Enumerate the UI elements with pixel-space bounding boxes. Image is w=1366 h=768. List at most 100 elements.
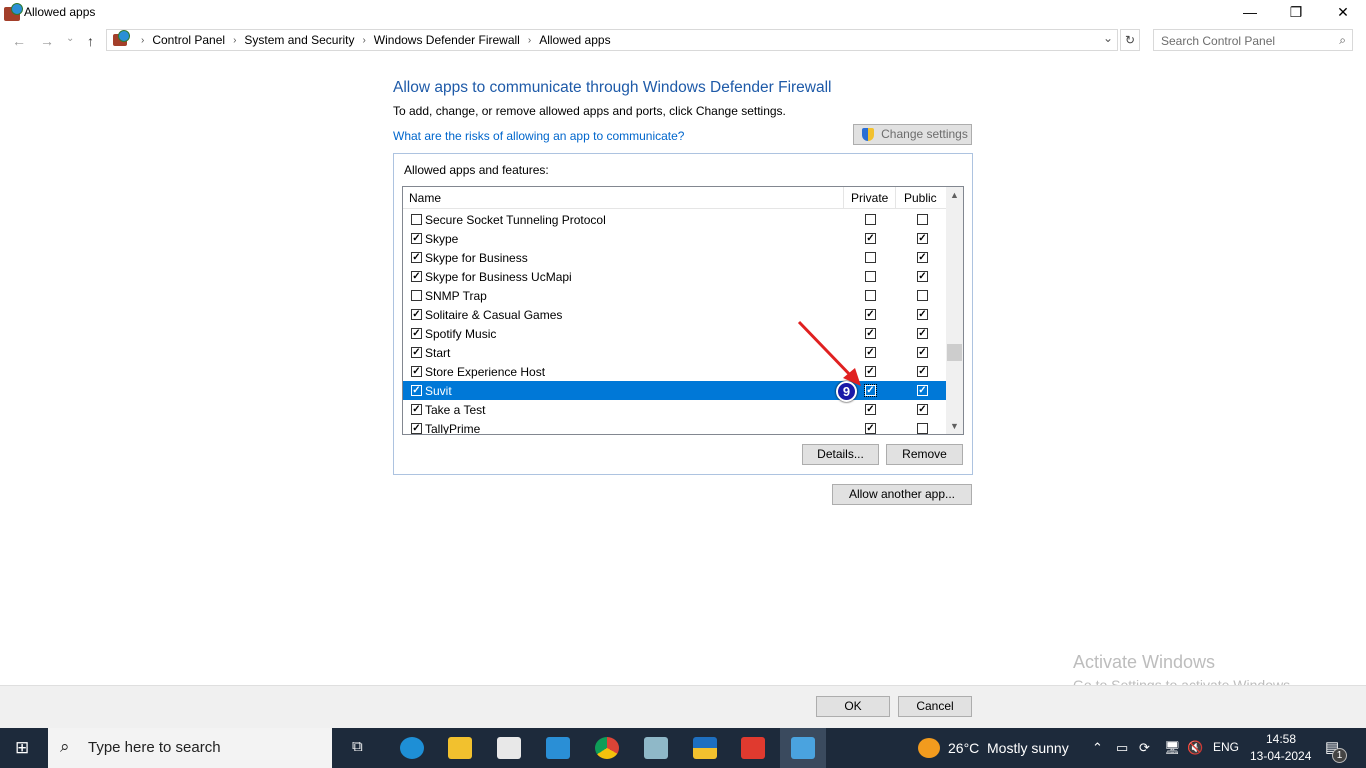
taskbar-search[interactable]: ⌕ Type here to search (48, 728, 332, 768)
app-icon[interactable] (644, 737, 668, 759)
private-checkbox[interactable]: ✓ (865, 404, 876, 415)
ok-button[interactable]: OK (816, 696, 890, 717)
private-checkbox[interactable] (865, 252, 876, 263)
table-row[interactable]: ✓ Suvit ✓ ✓ (403, 381, 947, 400)
enabled-checkbox[interactable] (411, 290, 422, 301)
public-checkbox[interactable]: ✓ (917, 233, 928, 244)
public-checkbox[interactable]: ✓ (917, 252, 928, 263)
enabled-checkbox[interactable]: ✓ (411, 366, 422, 377)
private-checkbox[interactable]: ✓ (864, 384, 877, 397)
enabled-checkbox[interactable] (411, 214, 422, 225)
table-row[interactable]: ✓ Store Experience Host ✓ ✓ (403, 362, 947, 381)
scroll-down-icon[interactable]: ▼ (946, 421, 963, 431)
refresh-button[interactable]: ↻ (1120, 29, 1140, 51)
table-row[interactable]: Secure Socket Tunneling Protocol (403, 210, 947, 229)
private-checkbox[interactable]: ✓ (865, 423, 876, 434)
enabled-checkbox[interactable]: ✓ (411, 271, 422, 282)
close-button[interactable]: ✕ (1320, 0, 1366, 26)
table-row[interactable]: ✓ Skype ✓ ✓ (403, 229, 947, 248)
public-checkbox[interactable]: ✓ (917, 385, 928, 396)
enabled-checkbox[interactable]: ✓ (411, 309, 422, 320)
scroll-thumb[interactable] (947, 344, 962, 361)
search-input[interactable]: Search Control Panel ⌕ (1153, 29, 1353, 51)
enabled-checkbox[interactable]: ✓ (411, 404, 422, 415)
public-checkbox[interactable]: ✓ (917, 347, 928, 358)
chrome-icon[interactable] (595, 737, 619, 759)
clock-time[interactable]: 14:58 (1266, 732, 1296, 746)
private-checkbox[interactable]: ✓ (865, 309, 876, 320)
mail-icon[interactable] (546, 737, 570, 759)
scroll-up-icon[interactable]: ▲ (946, 190, 963, 200)
recent-locations-button[interactable]: ⌄ (66, 33, 74, 44)
language-indicator[interactable]: ENG (1213, 740, 1239, 754)
public-checkbox[interactable] (917, 423, 928, 434)
public-checkbox[interactable] (917, 290, 928, 301)
public-checkbox[interactable]: ✓ (917, 271, 928, 282)
public-checkbox[interactable]: ✓ (917, 404, 928, 415)
file-explorer-icon[interactable] (448, 737, 472, 759)
table-row[interactable]: ✓ Solitaire & Casual Games ✓ ✓ (403, 305, 947, 324)
control-panel-taskbar-button[interactable] (780, 728, 826, 768)
minimize-button[interactable]: — (1227, 0, 1273, 26)
enabled-checkbox[interactable]: ✓ (411, 347, 422, 358)
restore-button[interactable]: ❐ (1273, 0, 1319, 26)
app-icon-2[interactable] (693, 737, 717, 759)
private-checkbox[interactable]: ✓ (865, 233, 876, 244)
table-row[interactable]: ✓ Spotify Music ✓ ✓ (403, 324, 947, 343)
start-button[interactable]: ⊞ (15, 738, 29, 758)
table-row[interactable]: ✓ Start ✓ ✓ (403, 343, 947, 362)
address-dropdown-icon[interactable]: ⌄ (1103, 31, 1113, 45)
apps-list[interactable]: Name Private Public Secure Socket Tunnel… (402, 186, 964, 435)
enabled-checkbox[interactable]: ✓ (411, 328, 422, 339)
details-button[interactable]: Details... (802, 444, 879, 465)
volume-muted-icon[interactable]: 🔇 (1187, 740, 1203, 756)
enabled-checkbox[interactable]: ✓ (411, 385, 422, 396)
private-checkbox[interactable] (865, 214, 876, 225)
camera-icon[interactable]: ▭ (1116, 740, 1128, 756)
table-row[interactable]: ✓ TallyPrime ✓ (403, 419, 947, 434)
breadcrumb-control-panel[interactable]: Control Panel (152, 33, 225, 47)
private-checkbox[interactable] (865, 290, 876, 301)
change-settings-button[interactable]: Change settings (853, 124, 972, 145)
risks-link[interactable]: What are the risks of allowing an app to… (393, 129, 684, 143)
show-hidden-icons[interactable]: ⌃ (1092, 740, 1103, 756)
enabled-checkbox[interactable]: ✓ (411, 252, 422, 263)
table-row[interactable]: ✓ Skype for Business ✓ (403, 248, 947, 267)
breadcrumb-allowed-apps[interactable]: Allowed apps (539, 33, 610, 47)
edge-icon[interactable] (400, 737, 424, 759)
cancel-button[interactable]: Cancel (898, 696, 972, 717)
enabled-checkbox[interactable]: ✓ (411, 423, 422, 434)
breadcrumb-system-security[interactable]: System and Security (244, 33, 354, 47)
weather-text[interactable]: Mostly sunny (987, 740, 1069, 756)
breadcrumb-firewall[interactable]: Windows Defender Firewall (374, 33, 520, 47)
remove-button[interactable]: Remove (886, 444, 963, 465)
public-checkbox[interactable]: ✓ (917, 328, 928, 339)
network-icon[interactable]: 🖥 (1164, 740, 1181, 756)
back-button[interactable]: ← (12, 33, 26, 49)
table-row[interactable]: SNMP Trap (403, 286, 947, 305)
weather-temp[interactable]: 26°C (948, 740, 979, 756)
store-icon[interactable] (497, 737, 521, 759)
private-checkbox[interactable]: ✓ (865, 366, 876, 377)
private-checkbox[interactable]: ✓ (865, 347, 876, 358)
sync-icon[interactable]: ⟳ (1139, 740, 1150, 756)
task-view-icon[interactable]: ⧉ (352, 738, 363, 755)
address-bar[interactable]: › Control Panel › System and Security › Win… (106, 29, 1118, 51)
up-button[interactable]: ↑ (87, 33, 94, 49)
forward-button[interactable]: → (40, 33, 54, 49)
clock-date[interactable]: 13-04-2024 (1250, 749, 1311, 763)
enabled-checkbox[interactable]: ✓ (411, 233, 422, 244)
private-checkbox[interactable]: ✓ (865, 328, 876, 339)
public-checkbox[interactable] (917, 214, 928, 225)
app-name: Start (425, 346, 451, 360)
allow-another-app-button[interactable]: Allow another app... (832, 484, 972, 505)
anydesk-icon[interactable] (741, 737, 765, 759)
app-name: Spotify Music (425, 327, 497, 341)
control-panel-icon (113, 30, 130, 46)
table-row[interactable]: ✓ Skype for Business UcMapi ✓ (403, 267, 947, 286)
table-row[interactable]: ✓ Take a Test ✓ ✓ (403, 400, 947, 419)
public-checkbox[interactable]: ✓ (917, 309, 928, 320)
private-checkbox[interactable] (865, 271, 876, 282)
scrollbar[interactable]: ▲ ▼ (946, 187, 963, 434)
public-checkbox[interactable]: ✓ (917, 366, 928, 377)
